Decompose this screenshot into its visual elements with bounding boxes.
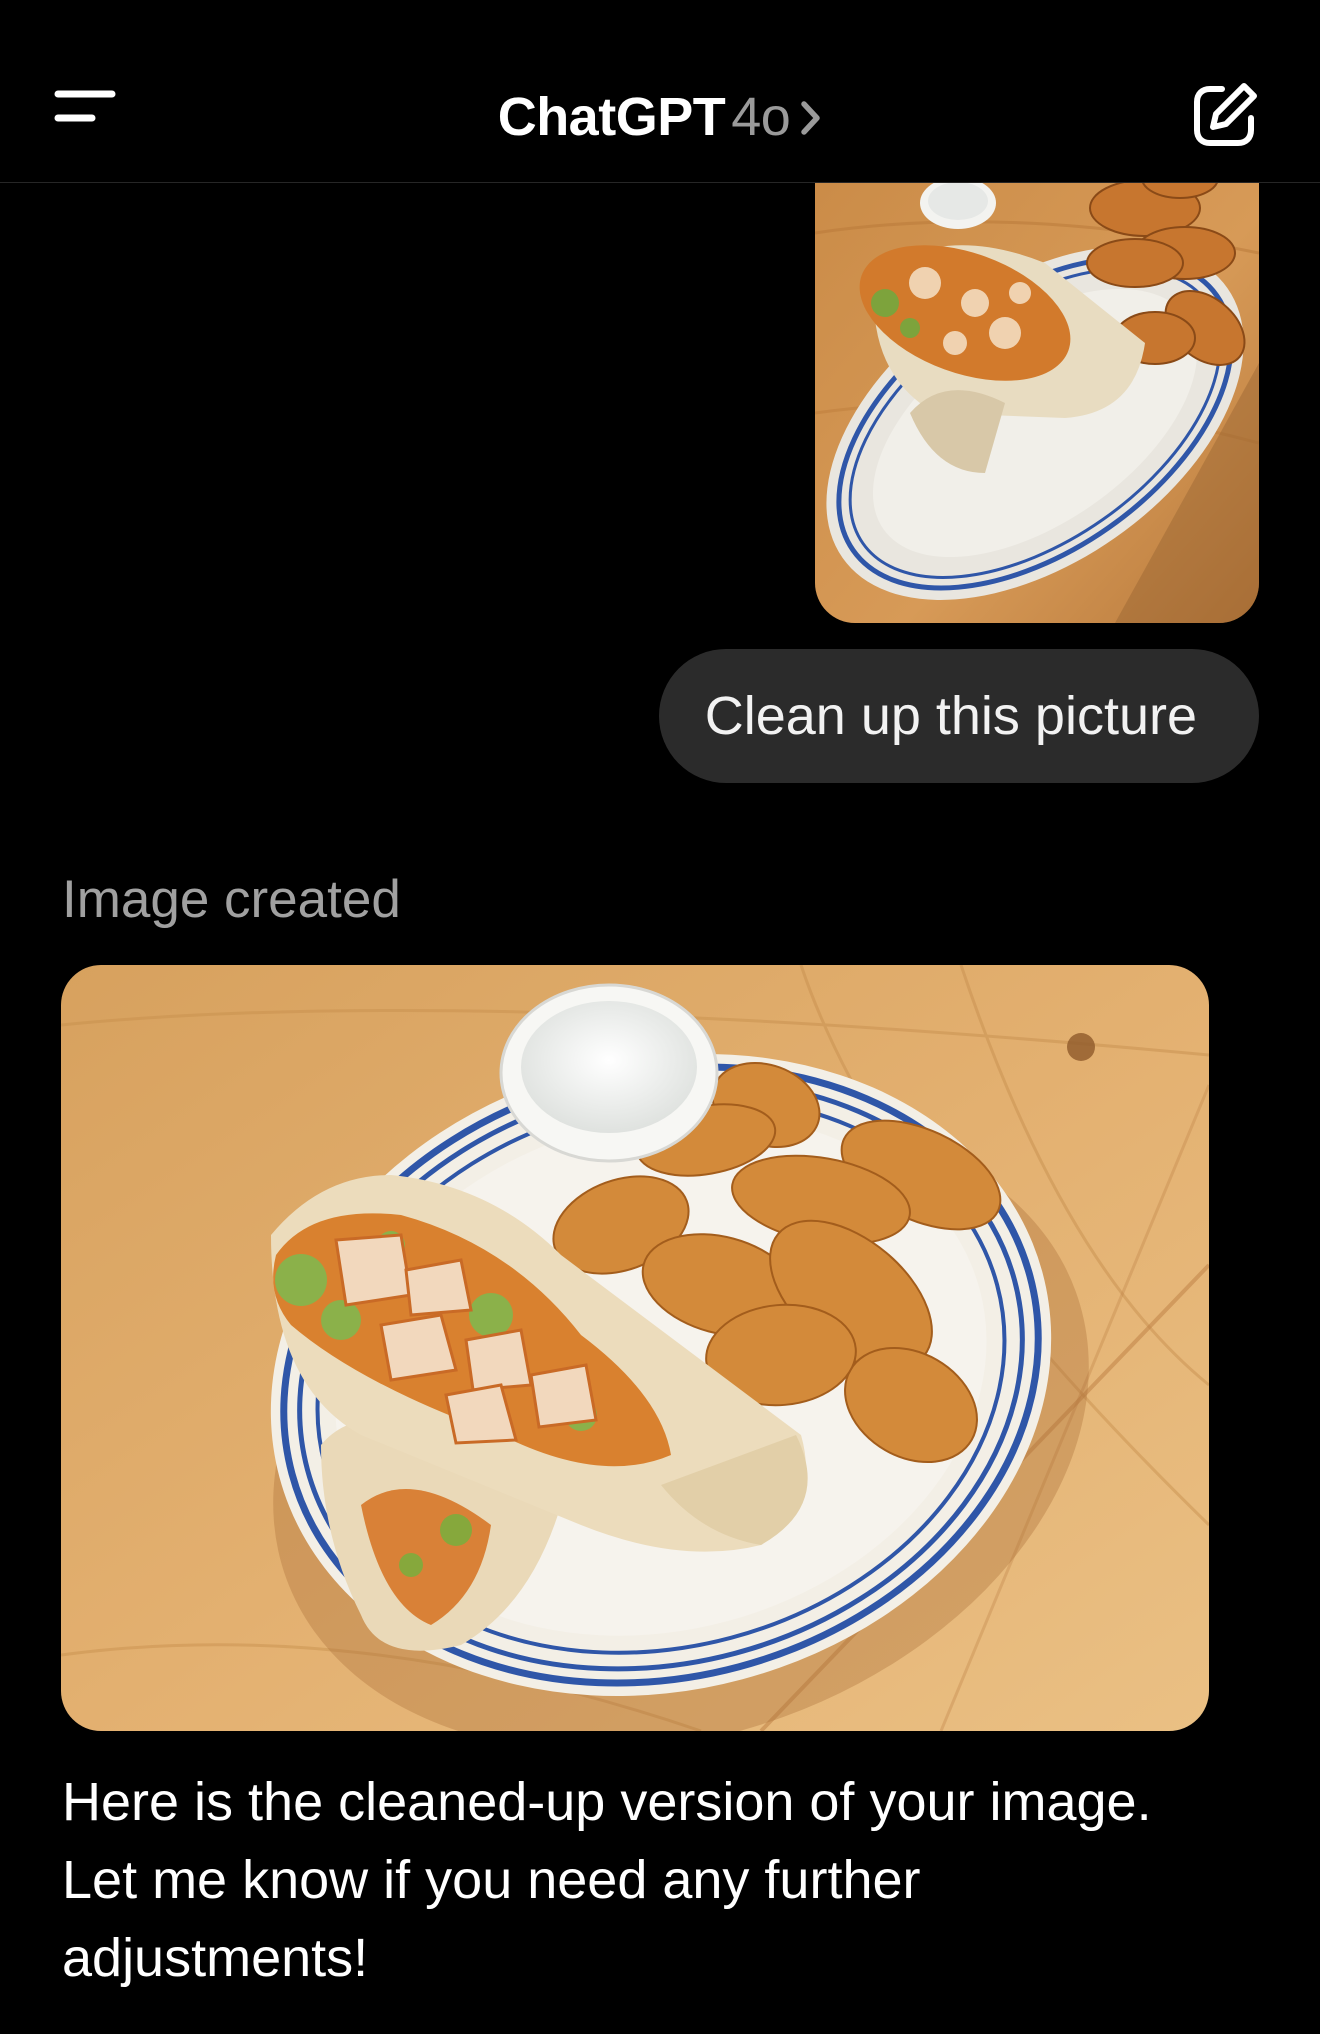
image-created-label: Image created: [62, 870, 401, 929]
new-chat-button[interactable]: [1188, 80, 1268, 160]
user-uploaded-image[interactable]: [815, 183, 1259, 623]
generated-image[interactable]: [61, 965, 1209, 1731]
top-bar: ChatGPT 4o: [0, 0, 1320, 183]
model-selector[interactable]: ChatGPT 4o: [0, 82, 1320, 152]
chevron-right-icon: [800, 100, 822, 136]
user-message-text: Clean up this picture: [704, 686, 1197, 746]
user-message-bubble: Clean up this picture: [658, 649, 1259, 783]
assistant-message-text: Here is the cleaned-up version of your i…: [62, 1772, 1152, 1988]
model-name: 4o: [731, 87, 791, 147]
app-title: ChatGPT: [497, 87, 726, 147]
compose-icon: [1194, 83, 1257, 146]
conversation: Clean up this picture Image created Here…: [0, 183, 1320, 2034]
